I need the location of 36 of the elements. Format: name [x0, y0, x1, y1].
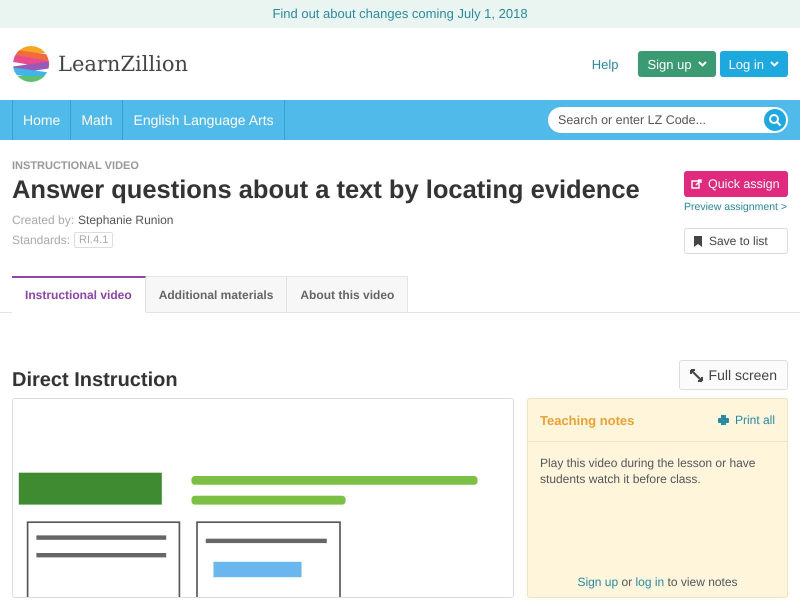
share-icon [691, 179, 702, 189]
notes-text: Play this video during the lesson or have students watch it before class. [539, 455, 756, 488]
expand-icon [690, 368, 703, 382]
created-by-label: Created by: [12, 213, 74, 227]
chevron-icon [770, 61, 779, 67]
search-field[interactable]: Search or enter LZ Code... [548, 107, 788, 133]
nav-link[interactable]: Math [71, 100, 124, 140]
content-type-label: INSTRUCTIONAL VIDEO [12, 160, 140, 172]
author-name: Stephanie Runion [78, 213, 174, 227]
search-icon[interactable] [764, 109, 786, 131]
help-link[interactable]: Help [592, 56, 618, 72]
tab[interactable]: Additional materials [146, 276, 288, 313]
tab[interactable]: About this video [287, 276, 408, 313]
panel-title: Teaching notes [540, 412, 634, 428]
announcement-link[interactable]: Find out about changes coming July 1, 2018 [272, 6, 528, 21]
logo-text[interactable]: LearnZillion [58, 52, 188, 76]
chevron-icon [698, 61, 707, 67]
preview-assignment-link[interactable]: Preview assignment > [684, 201, 788, 213]
print-all-link[interactable]: Print all [718, 413, 775, 427]
log-in-link[interactable]: log in [635, 575, 664, 589]
section-heading: Direct Instruction [12, 369, 178, 392]
nav-link[interactable]: English Language Arts [123, 100, 285, 140]
save-to-list-button[interactable]: Save to list [684, 228, 788, 254]
nav-link[interactable]: Home [13, 100, 72, 140]
log-in-button[interactable]: Log in [720, 51, 788, 77]
view-notes-text: Sign up or log in to view notes [576, 575, 739, 591]
quick-assign-button[interactable]: Quick assign [684, 171, 788, 197]
tab[interactable]: Instructional video [12, 276, 146, 313]
bookmark-icon [694, 236, 702, 246]
standard-tag[interactable]: RI.4.1 [74, 232, 114, 248]
sign-up-link[interactable]: Sign up [577, 575, 618, 589]
lesson-title: Answer questions about a text by locating evidence [12, 176, 640, 205]
sign-up-button[interactable]: Sign up [638, 51, 716, 77]
standards-label: Standards: [12, 233, 70, 247]
logo-icon [12, 45, 50, 83]
full-screen-button[interactable]: Full screen [678, 360, 788, 390]
